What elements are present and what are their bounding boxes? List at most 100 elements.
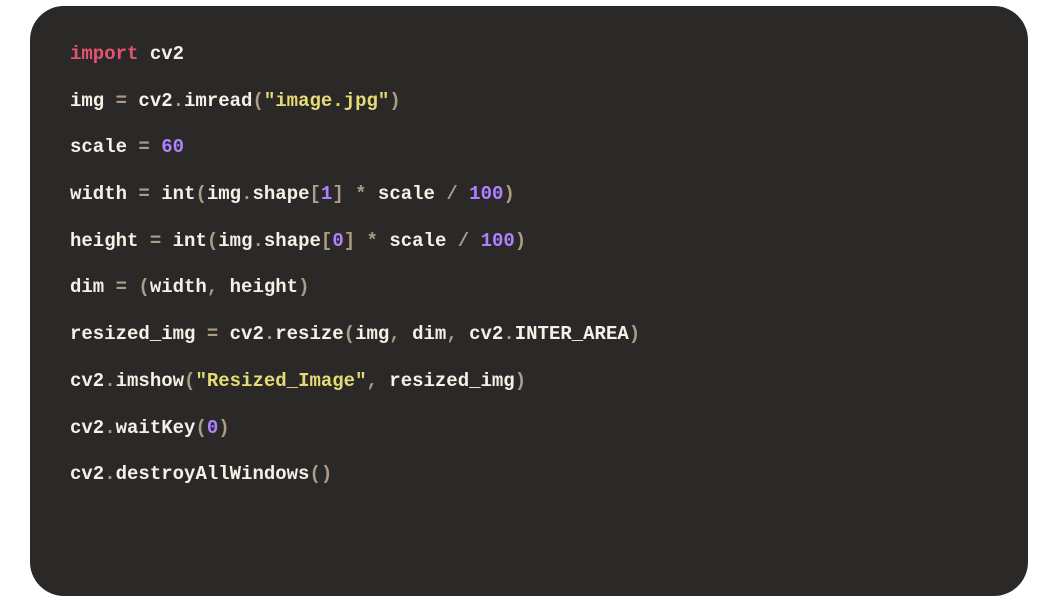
code-token: "image.jpg"	[264, 90, 389, 112]
code-line: import cv2	[70, 42, 988, 67]
code-line: scale = 60	[70, 135, 988, 160]
code-token: ]	[332, 183, 343, 205]
code-token: img	[207, 183, 241, 205]
code-token: imread	[184, 90, 252, 112]
code-token: /	[446, 183, 457, 205]
code-token: resized_img	[378, 370, 515, 392]
code-token: shape	[252, 183, 309, 205]
code-token: dim	[70, 276, 116, 298]
code-token: =	[116, 90, 127, 112]
code-token: width	[70, 183, 138, 205]
code-token: (	[138, 276, 149, 298]
code-token: cv2	[70, 370, 104, 392]
code-token: cv2	[138, 43, 184, 65]
code-token: .	[252, 230, 263, 252]
code-token: scale	[378, 230, 458, 252]
code-token: height	[218, 276, 298, 298]
code-token: =	[138, 136, 149, 158]
code-token: .	[104, 463, 115, 485]
code-token: img	[218, 230, 252, 252]
code-token: 0	[332, 230, 343, 252]
code-token: .	[104, 417, 115, 439]
code-token: ,	[366, 370, 377, 392]
code-token: =	[138, 183, 149, 205]
code-token: [	[310, 183, 321, 205]
code-token	[344, 183, 355, 205]
code-token: *	[355, 183, 366, 205]
code-token: cv2	[218, 323, 264, 345]
code-token: .	[503, 323, 514, 345]
code-token	[469, 230, 480, 252]
code-token: ]	[344, 230, 355, 252]
code-token: (	[252, 90, 263, 112]
code-token: cv2	[458, 323, 504, 345]
code-token: 1	[321, 183, 332, 205]
code-token: height	[70, 230, 150, 252]
code-token: =	[207, 323, 218, 345]
code-token: scale	[70, 136, 138, 158]
code-token: ()	[309, 463, 332, 485]
code-token: scale	[367, 183, 447, 205]
code-token: )	[515, 230, 526, 252]
code-token: )	[298, 276, 309, 298]
code-token	[150, 136, 161, 158]
code-line: dim = (width, height)	[70, 275, 988, 300]
code-token: import	[70, 43, 138, 65]
code-token: 0	[207, 417, 218, 439]
code-token: resized_img	[70, 323, 207, 345]
code-block: import cv2img = cv2.imread("image.jpg")s…	[30, 6, 1028, 596]
code-line: height = int(img.shape[0] * scale / 100)	[70, 229, 988, 254]
code-token	[355, 230, 366, 252]
code-token: =	[116, 276, 127, 298]
code-token: 100	[481, 230, 515, 252]
code-token	[161, 230, 172, 252]
code-token: img	[355, 323, 389, 345]
code-token	[458, 183, 469, 205]
code-token: resize	[275, 323, 343, 345]
code-token	[127, 276, 138, 298]
code-token: shape	[264, 230, 321, 252]
code-line: resized_img = cv2.resize(img, dim, cv2.I…	[70, 322, 988, 347]
code-token: (	[195, 183, 206, 205]
code-line: cv2.imshow("Resized_Image", resized_img)	[70, 369, 988, 394]
code-token: destroyAllWindows	[116, 463, 310, 485]
code-token: /	[458, 230, 469, 252]
code-line: cv2.waitKey(0)	[70, 416, 988, 441]
code-token: .	[173, 90, 184, 112]
code-token: cv2	[70, 417, 104, 439]
code-token: 100	[469, 183, 503, 205]
code-token: "Resized_Image"	[195, 370, 366, 392]
code-token: )	[389, 90, 400, 112]
code-token: [	[321, 230, 332, 252]
code-token: int	[173, 230, 207, 252]
code-token: imshow	[116, 370, 184, 392]
code-token: 60	[161, 136, 184, 158]
code-token: .	[241, 183, 252, 205]
code-token: .	[104, 370, 115, 392]
code-token: img	[70, 90, 116, 112]
code-token: cv2	[70, 463, 104, 485]
code-token: INTER_AREA	[515, 323, 629, 345]
code-token: )	[503, 183, 514, 205]
code-token: =	[150, 230, 161, 252]
code-token: ,	[446, 323, 457, 345]
code-token: ,	[207, 276, 218, 298]
code-token: width	[150, 276, 207, 298]
code-token: )	[629, 323, 640, 345]
code-token	[150, 183, 161, 205]
code-token: waitKey	[116, 417, 196, 439]
code-token: (	[195, 417, 206, 439]
code-token: (	[344, 323, 355, 345]
code-token: )	[218, 417, 229, 439]
code-token: (	[207, 230, 218, 252]
code-token: (	[184, 370, 195, 392]
code-token: int	[161, 183, 195, 205]
code-token: dim	[401, 323, 447, 345]
code-token: cv2	[127, 90, 173, 112]
code-line: cv2.destroyAllWindows()	[70, 462, 988, 487]
code-line: img = cv2.imread("image.jpg")	[70, 89, 988, 114]
code-token: ,	[389, 323, 400, 345]
code-token: .	[264, 323, 275, 345]
code-line: width = int(img.shape[1] * scale / 100)	[70, 182, 988, 207]
code-token: )	[515, 370, 526, 392]
